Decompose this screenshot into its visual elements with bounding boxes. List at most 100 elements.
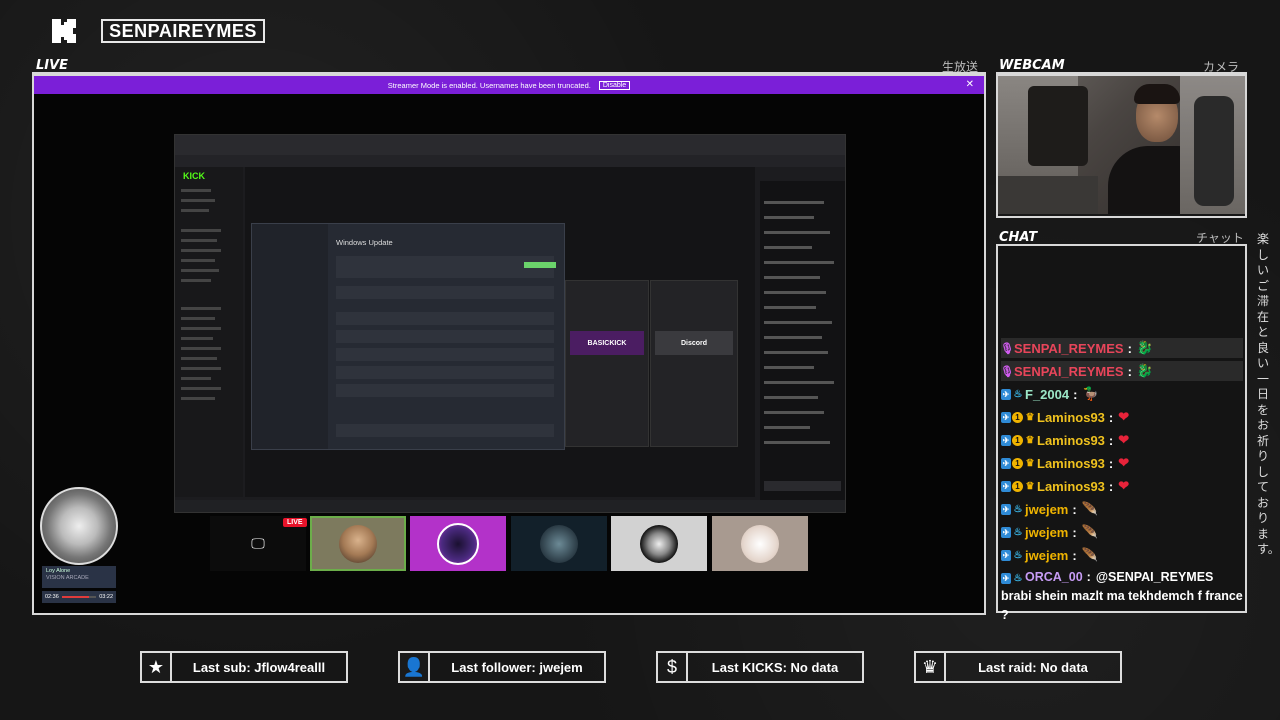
participant-tile[interactable]	[310, 516, 406, 571]
chat-colon: :	[1086, 570, 1091, 584]
chat-username[interactable]: F_2004	[1025, 387, 1069, 402]
sidebar-line	[181, 387, 221, 390]
webcam-person-hair	[1134, 84, 1180, 104]
chat-emote: 🪶	[1081, 501, 1098, 516]
chat-message: ✈ ♨ jwejem: 🪶	[1001, 545, 1243, 565]
sidebar-line	[181, 307, 221, 310]
chat-username[interactable]: jwejem	[1025, 502, 1068, 517]
live-top-line	[32, 72, 986, 74]
settings-row[interactable]	[336, 330, 554, 343]
chat-message-last: ✈ ♨ ORCA_00: @SENPAI_REYMES brabi shein maz…	[1001, 568, 1243, 625]
crown-badge-icon: ♛	[1025, 457, 1035, 469]
song-artist: VISION ARCADE	[46, 575, 89, 581]
sidebar-line	[181, 259, 215, 262]
stream-screen: Streamer Mode is enabled. Usernames have…	[34, 76, 984, 613]
badge-icon: ♨	[1013, 526, 1023, 538]
crown-badge-icon: ♛	[1025, 480, 1035, 492]
chat-username[interactable]: Laminos93	[1037, 479, 1105, 494]
settings-row[interactable]	[336, 384, 554, 397]
chat-colon: :	[1072, 547, 1077, 563]
close-icon[interactable]: ✕	[966, 79, 974, 90]
participant-tile[interactable]	[611, 516, 707, 571]
chat-mini-line	[764, 366, 814, 369]
restart-button[interactable]	[524, 262, 556, 268]
chat-username[interactable]: jwejem	[1025, 525, 1068, 540]
settings-row[interactable]	[336, 366, 554, 379]
verified-badge-icon: ✈	[1001, 503, 1011, 515]
disable-button[interactable]: Disable	[598, 80, 631, 90]
last-follower-text: Last follower: jwejem	[430, 651, 606, 683]
banner-panel: Discord	[650, 280, 738, 447]
windows-update-window: Windows Update	[251, 223, 565, 450]
chat-mini-line	[764, 426, 810, 429]
settings-row[interactable]	[336, 348, 554, 361]
sidebar-line	[181, 229, 221, 232]
settings-row[interactable]	[336, 312, 554, 325]
chat-message: ✈ ♨ jwejem: 🪶	[1001, 499, 1243, 519]
chat-username[interactable]: jwejem	[1025, 548, 1068, 563]
crown-badge-icon: ♛	[1025, 411, 1035, 423]
sidebar-line	[181, 377, 211, 380]
sidebar-line	[181, 239, 217, 242]
sidebar-line	[181, 269, 219, 272]
monitor-icon: 🖵	[251, 535, 265, 551]
verified-badge-icon: ✈	[1001, 457, 1011, 469]
webcam-top-line	[996, 72, 1247, 74]
sidebar-line	[181, 397, 215, 400]
kick-sidebar: KICK	[175, 167, 243, 497]
chat-message: ✈ ♨ jwejem: 🪶	[1001, 522, 1243, 542]
browser-url-bar	[175, 155, 845, 167]
album-art-disc	[40, 487, 118, 565]
add-user-icon: 👤	[398, 651, 430, 683]
chat-mini-line	[764, 246, 812, 249]
participant-avatar	[437, 522, 479, 565]
chat-username[interactable]: Laminos93	[1037, 456, 1105, 471]
chat-mini-line	[764, 276, 820, 279]
microphone-icon: 🎙	[1000, 365, 1014, 378]
last-raid-widget: ♛ Last raid: No data	[914, 651, 1122, 683]
streamer-mode-bar: Streamer Mode is enabled. Usernames have…	[34, 76, 984, 94]
last-kicks-text: Last KICKS: No data	[688, 651, 864, 683]
sidebar-line	[181, 279, 211, 282]
participant-tile[interactable]	[410, 516, 506, 571]
sidebar-line	[181, 347, 221, 350]
sidebar-line	[181, 199, 215, 202]
crown-badge-icon: ♛	[1025, 434, 1035, 446]
chat-mini-line	[764, 441, 830, 444]
channel-name: SENPAIREYMES	[101, 19, 265, 43]
vertical-japanese-text: 楽しいご滞在と良い一日をお祈りしております。	[1257, 232, 1280, 556]
chat-username[interactable]: SENPAI_REYMES	[1014, 341, 1124, 356]
sidebar-line	[181, 249, 221, 252]
chat-emote: 🪶	[1081, 547, 1098, 562]
chat-username[interactable]: Laminos93	[1037, 433, 1105, 448]
chat-username[interactable]: SENPAI_REYMES	[1014, 364, 1124, 379]
chat-username[interactable]: Laminos93	[1037, 410, 1105, 425]
participant-tile[interactable]	[511, 516, 607, 571]
settings-row[interactable]	[336, 286, 554, 299]
settings-row[interactable]	[336, 424, 554, 437]
badge-icon: ♨	[1013, 549, 1023, 561]
sidebar-line	[181, 189, 211, 192]
total-time: 03:22	[99, 594, 113, 600]
sub-month-badge-icon: 1	[1012, 457, 1023, 469]
participant-avatar	[339, 524, 377, 563]
windows-update-title: Windows Update	[336, 238, 393, 247]
chat-username[interactable]: ORCA_00	[1025, 570, 1083, 584]
participant-tile[interactable]	[712, 516, 808, 571]
chat-mini-input[interactable]	[764, 481, 841, 491]
chat-emote: 🐉	[1136, 363, 1154, 378]
music-progress: 02:36 03:22	[42, 591, 116, 603]
kick-site-logo: KICK	[183, 171, 205, 181]
song-title: Loy Alone	[46, 568, 71, 574]
chat-colon: :	[1108, 478, 1114, 494]
chat-message: ✈ 1 ♛ Laminos93: ❤	[1001, 407, 1243, 427]
chat-mini-line	[764, 291, 826, 294]
chat-message: ✈ 1 ♛ Laminos93: ❤	[1001, 430, 1243, 450]
verified-badge-icon: ✈	[1001, 549, 1011, 561]
participant-avatar	[640, 524, 678, 563]
sidebar-line	[181, 337, 213, 340]
progress-fill	[61, 596, 89, 598]
badge-icon: ♨	[1013, 388, 1023, 400]
chat-emote: 🪶	[1081, 524, 1098, 539]
banner-panel: BASICKICK	[565, 280, 649, 447]
